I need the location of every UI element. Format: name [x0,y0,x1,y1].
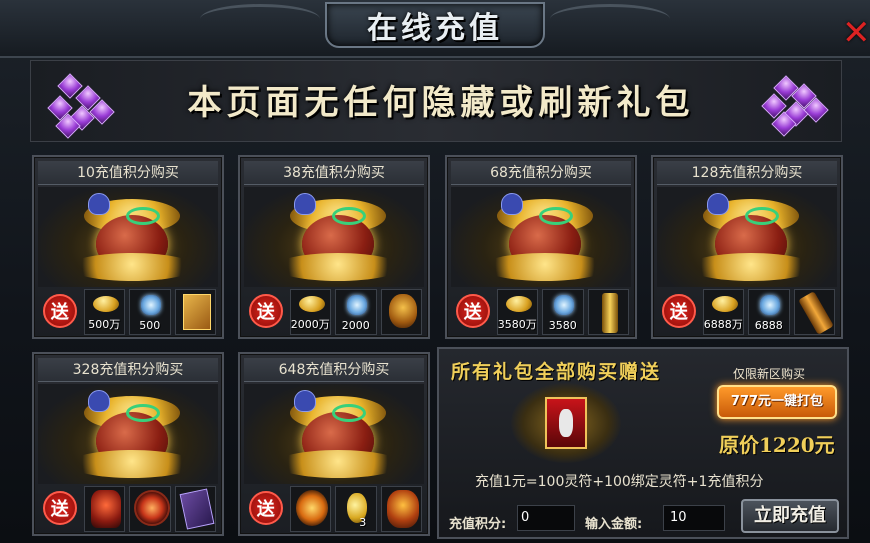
exchange-rate-text: 充值1元=100灵符+100绑定灵符+1充值积分 [475,474,764,490]
score-field: 0 [517,505,575,531]
treasure-pot-icon [451,187,631,287]
gift-badge: 送 [453,289,493,333]
window-title: 在线充值 [367,11,503,46]
skill-book-icon[interactable] [174,289,216,335]
pack-title: 10充值积分购买 [38,161,218,185]
golden-scroll-icon[interactable] [587,289,629,335]
treasure-pot-icon [244,384,424,484]
pack-title: 648充值积分购买 [244,358,424,382]
golden-mask-icon[interactable] [380,486,422,532]
golden-gourd-icon[interactable]: 3 [335,486,377,532]
treasure-pot-icon [38,384,218,484]
gem-pile-icon [39,67,119,139]
pack-card-10[interactable]: 10充值积分购买 送 500万 500 [32,155,224,339]
pack-title: 68充值积分购买 [451,161,631,185]
title-bar: 在线充值 ✕ [0,0,870,58]
treasure-pot-icon [657,187,837,287]
crystal-icon[interactable]: 3580 [542,289,584,335]
one-click-pack-button[interactable]: 777元一键打包 [717,385,837,419]
close-icon[interactable]: ✕ [842,16,870,50]
demon-warrior-icon[interactable] [83,486,125,532]
banner-text: 本页面无任何隐藏或刷新礼包 [187,83,695,123]
pack-card-68[interactable]: 68充值积分购买 送 3580万 3580 [445,155,637,339]
crystal-icon[interactable]: 2000 [335,289,377,335]
recharge-window: 在线充值 ✕ 本页面无任何隐藏或刷新礼包 10充值积分购买 送 500万 500… [0,0,870,543]
fire-wheel-icon[interactable] [129,486,171,532]
treasure-pot-icon [244,187,424,287]
gold-ingot-icon[interactable]: 6888万 [702,289,744,335]
gem-pile-icon [751,67,831,137]
gold-ingot-icon[interactable]: 2000万 [289,289,331,335]
title-plate: 在线充值 [325,2,545,48]
pack-card-328[interactable]: 328充值积分购买 送 [32,352,224,536]
gift-badge: 送 [40,486,80,530]
crystal-icon[interactable]: 500 [129,289,171,335]
recharge-now-button[interactable]: 立即充值 [741,499,839,533]
amount-label: 输入金额: [585,517,643,532]
crystal-icon[interactable]: 6888 [748,289,790,335]
score-label: 充值积分: [449,517,507,532]
flame-emblem-icon[interactable] [289,486,331,532]
dragon-ornament-right [550,4,670,34]
amount-input[interactable]: 10 [663,505,725,531]
pack-title: 38充值积分购买 [244,161,424,185]
pack-card-38[interactable]: 38充值积分购买 送 2000万 2000 [238,155,430,339]
gift-badge: 送 [246,486,286,530]
gold-ingot-icon[interactable]: 500万 [83,289,125,335]
dragon-ornament-left [200,4,320,34]
treasure-pot-icon [38,187,218,287]
bundle-panel: 所有礼包全部购买赠送 仅限新区购买 777元一键打包 原价1220元 充值1元=… [437,347,849,539]
golden-skull-icon[interactable] [380,289,422,335]
original-price: 原价1220元 [719,433,835,457]
golden-tool-icon[interactable] [793,289,835,335]
gift-badge: 送 [246,289,286,333]
new-server-only-label: 仅限新区购买 [733,367,806,381]
notice-banner: 本页面无任何隐藏或刷新礼包 [30,60,842,142]
gift-badge: 送 [40,289,80,333]
pack-title: 128充值积分购买 [657,161,837,185]
pack-card-648[interactable]: 648充值积分购买 送 3 [238,352,430,536]
gold-ingot-icon[interactable]: 3580万 [496,289,538,335]
bundle-title: 所有礼包全部购买赠送 [451,361,662,383]
purple-tome-icon[interactable] [174,486,216,532]
pack-title: 328充值积分购买 [38,358,218,382]
bundle-emblem-icon [511,383,621,463]
gift-badge: 送 [659,289,699,333]
pack-card-128[interactable]: 128充值积分购买 送 6888万 6888 [651,155,843,339]
